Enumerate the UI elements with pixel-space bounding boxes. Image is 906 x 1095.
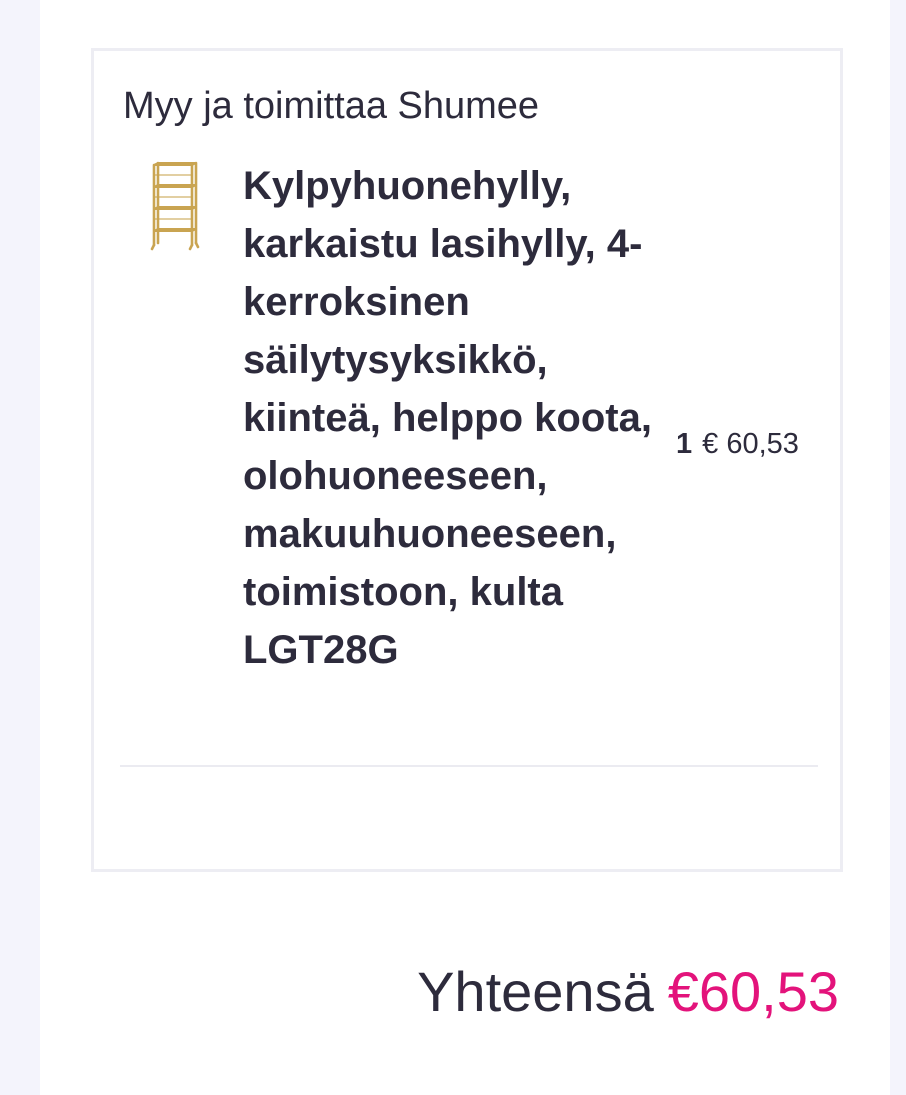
product-title[interactable]: Kylpyhuonehylly, karkaistu lasihylly, 4-… <box>243 157 683 679</box>
total-label: Yhteensä <box>417 960 654 1023</box>
item-price: € 60,53 <box>702 428 799 460</box>
shelf-image-icon <box>150 161 200 251</box>
item-quantity: 1 <box>676 428 693 460</box>
product-thumbnail[interactable] <box>146 161 202 253</box>
quantity-price: 1 € 60,53 <box>676 426 799 462</box>
order-card: Myy ja toimittaa Shumee Kylpyhuonehylly,… <box>91 48 843 872</box>
total-value: €60,53 <box>667 960 839 1023</box>
divider <box>120 765 818 767</box>
order-total: Yhteensä €60,53 <box>417 958 839 1026</box>
seller-line: Myy ja toimittaa Shumee <box>123 85 540 127</box>
